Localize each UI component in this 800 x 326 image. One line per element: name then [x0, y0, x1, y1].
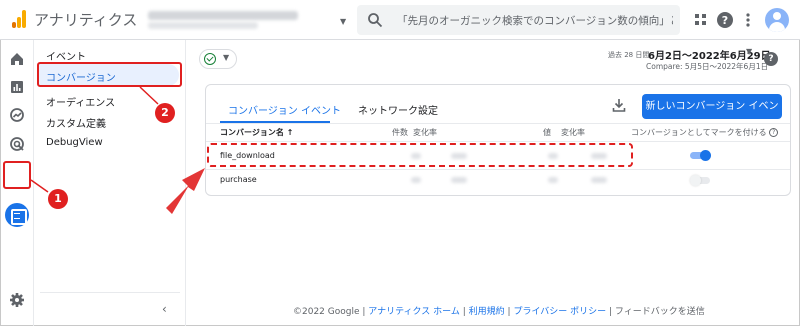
column-header-name[interactable]: コンバージョン名 ↑: [220, 127, 293, 138]
gear-icon[interactable]: [9, 292, 25, 308]
search-icon: [368, 13, 383, 28]
analytics-logo-icon[interactable]: [12, 10, 26, 28]
search-bar[interactable]: 「先月のオーガニック検索でのコンバージョン数の傾向」と検...: [357, 5, 680, 35]
app-title: アナリティクス: [34, 11, 138, 29]
table-row-name: purchase: [220, 175, 257, 184]
sidebar-item-custom-definitions[interactable]: カスタム定義: [46, 115, 106, 130]
date-range-prefix: 過去 28 日間: [608, 51, 650, 59]
account-selector[interactable]: ▼: [142, 7, 352, 33]
divider: [206, 141, 790, 142]
advertising-icon[interactable]: [9, 136, 25, 152]
search-placeholder: 「先月のオーガニック検索でのコンバージョン数の傾向」と検...: [397, 15, 673, 27]
avatar[interactable]: [765, 8, 789, 32]
compare-range: Compare: 5月5日～2022年6月1日: [646, 62, 769, 71]
collapse-chevron-icon[interactable]: ‹: [162, 302, 167, 316]
footer-link-terms[interactable]: 利用規約: [469, 307, 505, 317]
more-vert-icon[interactable]: [739, 11, 757, 29]
step-badge-2: 2: [155, 103, 175, 123]
conversions-card: コンバージョン イベント ネットワーク設定 新しいコンバージョン イベント コン…: [205, 84, 791, 196]
footer-link-home[interactable]: アナリティクス ホーム: [368, 307, 460, 317]
chevron-down-icon[interactable]: ▼: [746, 47, 752, 56]
redacted-value: [411, 177, 421, 183]
download-icon[interactable]: [611, 97, 627, 113]
help-icon[interactable]: ?: [769, 128, 779, 137]
reports-icon[interactable]: [9, 79, 25, 95]
column-header-count[interactable]: 件数: [392, 127, 408, 138]
footer-separator: |: [359, 307, 369, 317]
chevron-down-icon: ▼: [340, 17, 347, 26]
new-conversion-event-button[interactable]: 新しいコンバージョン イベント: [642, 94, 782, 137]
footer-link-privacy[interactable]: プライバシー ポリシー: [513, 307, 606, 317]
page-help-icon[interactable]: ?: [764, 52, 778, 66]
column-header-value[interactable]: 値: [543, 127, 551, 138]
svg-text:?: ?: [722, 14, 728, 27]
help-icon[interactable]: ?: [716, 11, 734, 29]
column-header-mark: コンバージョンとしてマークを付ける ?: [631, 127, 779, 138]
footer-copyright: ©2022 Google: [293, 307, 360, 317]
sidebar-item-audiences[interactable]: オーディエンス: [46, 94, 115, 109]
data-status-chip[interactable]: ▼: [199, 49, 237, 69]
tab-conversion-events[interactable]: コンバージョン イベント: [228, 102, 341, 117]
redacted-value: [548, 177, 558, 183]
divider: [206, 123, 790, 124]
step-badge-1: 1: [48, 189, 68, 209]
annotation-highlight-file-download-row: [207, 143, 633, 167]
divider: [206, 169, 790, 170]
top-bar: アナリティクス ▼ 「先月のオーガニック検索でのコンバージョン数の傾向」と検..…: [0, 0, 800, 40]
footer-separator: |: [606, 307, 615, 317]
annotation-highlight-configure: [3, 161, 31, 189]
page-footer: ©2022 Google | アナリティクス ホーム | 利用規約 | プライバ…: [293, 304, 705, 317]
tab-network-settings[interactable]: ネットワーク設定: [358, 102, 438, 117]
footer-link-feedback[interactable]: フィードバックを送信: [615, 307, 705, 317]
footer-separator: |: [459, 307, 469, 317]
mark-as-conversion-toggle[interactable]: [690, 175, 712, 186]
column-header-mark-label: コンバージョンとしてマークを付ける: [631, 128, 767, 137]
redacted-value: [591, 177, 607, 183]
property-name-redacted: [148, 22, 258, 29]
redacted-value: [451, 177, 467, 183]
sidebar-item-debugview[interactable]: DebugView: [46, 137, 103, 148]
sidebar-item-events[interactable]: イベント: [46, 48, 86, 63]
account-name-redacted: [148, 11, 298, 20]
date-range-picker[interactable]: 6月2日～2022年6月29日: [648, 47, 771, 62]
configure-icon[interactable]: [5, 203, 29, 227]
mark-as-conversion-toggle[interactable]: [690, 150, 712, 161]
apps-grid-icon[interactable]: [692, 11, 710, 29]
divider: [40, 292, 180, 293]
annotation-highlight-conversions: [37, 62, 182, 87]
column-header-count-change[interactable]: 変化率: [413, 127, 437, 138]
column-header-value-change[interactable]: 変化率: [561, 127, 585, 138]
chevron-down-icon: ▼: [223, 53, 230, 62]
check-circle-icon: [204, 53, 216, 65]
explore-icon[interactable]: [9, 107, 25, 123]
home-icon[interactable]: [9, 51, 25, 67]
